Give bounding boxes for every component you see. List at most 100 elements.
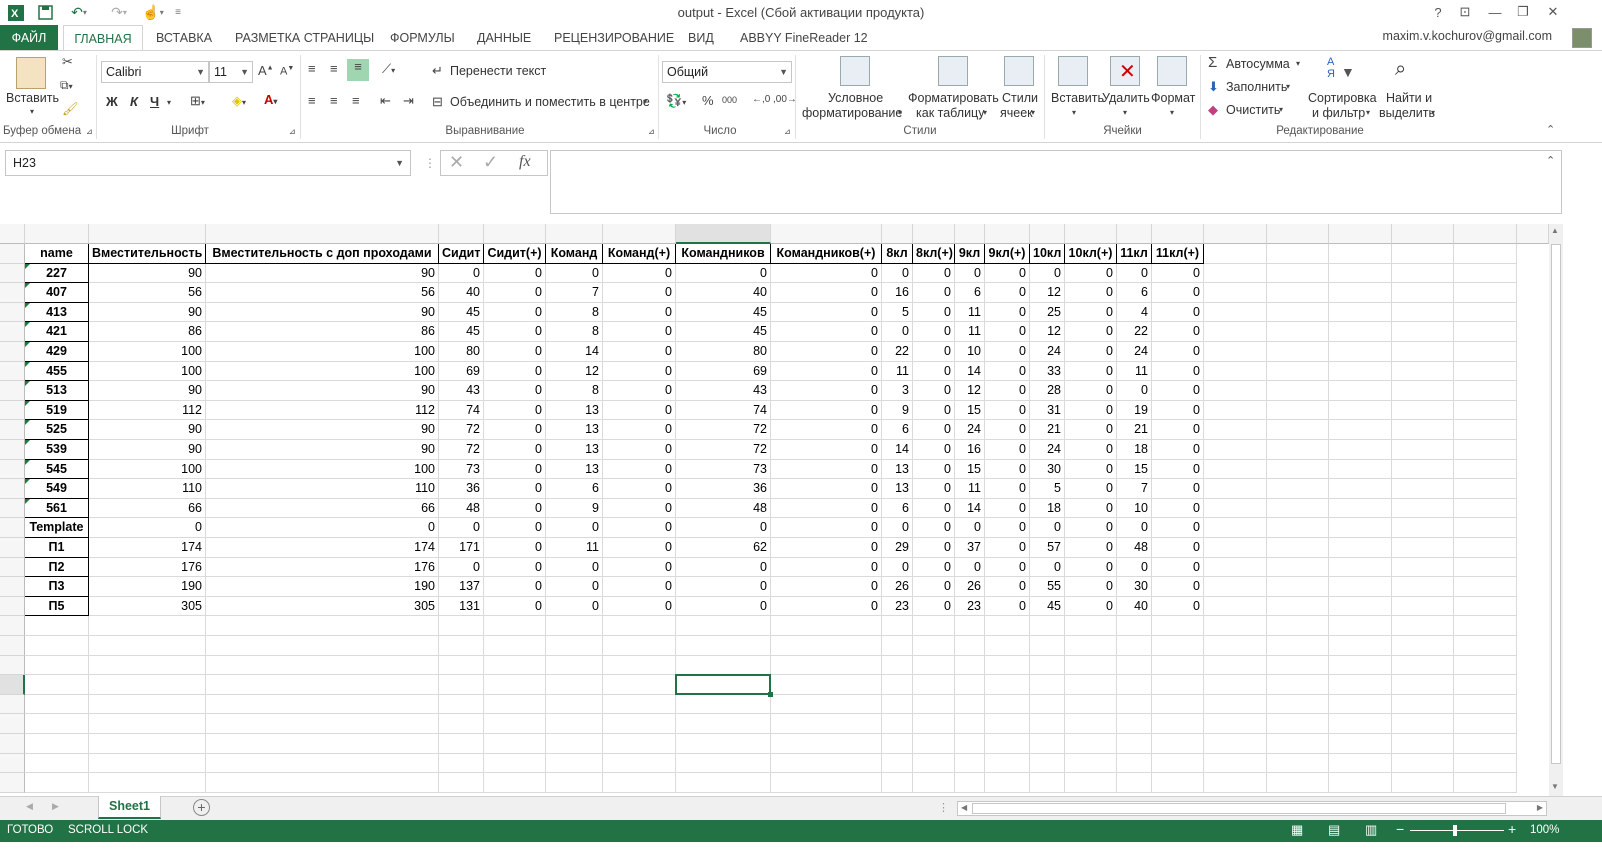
cell[interactable] xyxy=(25,753,89,774)
chevron-down-icon[interactable]: ▾ xyxy=(1366,108,1370,117)
font-size-combo[interactable]: 11 ▼ xyxy=(209,61,253,83)
cell[interactable] xyxy=(913,694,955,715)
cell[interactable]: 80 xyxy=(676,342,771,362)
cell[interactable]: 22 xyxy=(882,342,913,362)
row-header-22[interactable] xyxy=(0,655,25,676)
currency-icon[interactable]: 💱▾ xyxy=(666,93,686,109)
cell[interactable] xyxy=(1267,263,1329,284)
align-bottom-icon[interactable]: ≡ xyxy=(347,59,369,81)
cell[interactable]: 0 xyxy=(985,596,1030,617)
close-icon[interactable]: ✕ xyxy=(1540,2,1566,22)
align-center-icon[interactable]: ≡ xyxy=(330,93,338,108)
cell[interactable] xyxy=(1204,773,1267,793)
cell[interactable] xyxy=(1030,734,1065,754)
cell[interactable]: 0 xyxy=(913,361,955,382)
autosum-icon[interactable]: Σ xyxy=(1208,54,1217,71)
cell[interactable]: 62 xyxy=(676,538,771,558)
row-header-14[interactable] xyxy=(0,498,25,519)
cell[interactable]: 0 xyxy=(603,498,676,519)
cell[interactable] xyxy=(771,636,882,656)
cell[interactable]: 69 xyxy=(676,361,771,382)
cell[interactable]: 90 xyxy=(89,263,206,284)
next-sheet-icon[interactable]: ▶ xyxy=(52,801,59,812)
cell[interactable]: 5 xyxy=(1030,479,1065,499)
cell[interactable] xyxy=(1267,577,1329,597)
cell[interactable]: 0 xyxy=(913,596,955,617)
cell[interactable]: 0 xyxy=(439,557,484,578)
cell[interactable]: 0 xyxy=(913,479,955,499)
cell[interactable] xyxy=(1204,420,1267,440)
column-header-k[interactable] xyxy=(913,224,955,244)
cell[interactable]: 66 xyxy=(89,498,206,519)
cell[interactable]: 0 xyxy=(603,577,676,597)
cell[interactable]: 43 xyxy=(439,381,484,401)
cell[interactable] xyxy=(1454,734,1517,754)
cell[interactable] xyxy=(603,616,676,636)
header-cell[interactable]: 10кл xyxy=(1030,244,1065,264)
cell[interactable]: 14 xyxy=(882,440,913,460)
insert-cells-button[interactable]: Вставить xyxy=(1051,91,1104,105)
cell[interactable]: 0 xyxy=(913,263,955,284)
cell[interactable]: 0 xyxy=(1152,263,1204,284)
cell[interactable]: 72 xyxy=(676,440,771,460)
cell[interactable]: 0 xyxy=(985,498,1030,519)
header-cell[interactable]: Командников(+) xyxy=(771,244,882,264)
cell[interactable]: 0 xyxy=(603,440,676,460)
cell[interactable]: 0 xyxy=(913,342,955,362)
format-as-table-label-1[interactable]: Форматировать xyxy=(908,91,999,105)
align-top-icon[interactable]: ≡ xyxy=(308,61,316,76)
cell[interactable] xyxy=(1454,400,1517,421)
chevron-down-icon[interactable]: ▾ xyxy=(1170,108,1174,117)
cell[interactable] xyxy=(1329,694,1392,715)
cell[interactable]: 86 xyxy=(206,322,439,342)
cell[interactable]: 0 xyxy=(603,518,676,538)
cell[interactable]: 0 xyxy=(439,263,484,284)
cell[interactable]: 12 xyxy=(955,381,985,401)
cell[interactable]: 24 xyxy=(955,420,985,440)
zoom-out-icon[interactable]: − xyxy=(1396,821,1404,837)
cell[interactable] xyxy=(439,734,484,754)
cell[interactable]: 48 xyxy=(676,498,771,519)
increase-font-icon[interactable]: A▲ xyxy=(258,63,274,78)
cell[interactable] xyxy=(1392,577,1454,597)
cell[interactable] xyxy=(1329,538,1392,558)
cell[interactable]: 0 xyxy=(771,342,882,362)
cell[interactable]: 22 xyxy=(1117,322,1152,342)
header-cell[interactable]: 11кл(+) xyxy=(1152,244,1204,264)
merge-dropdown-icon[interactable]: ▾ xyxy=(643,97,647,106)
header-cell[interactable]: 10кл(+) xyxy=(1065,244,1117,264)
zoom-slider[interactable] xyxy=(1410,830,1504,831)
cell[interactable] xyxy=(1329,596,1392,617)
chevron-down-icon[interactable]: ▾ xyxy=(983,108,987,117)
cell[interactable] xyxy=(1392,420,1454,440)
cell[interactable] xyxy=(1454,675,1517,695)
cell[interactable] xyxy=(771,773,882,793)
name-cell[interactable]: 513 xyxy=(25,381,89,401)
sheet-tab-sheet1[interactable]: Sheet1 xyxy=(98,796,161,819)
fill-color-icon[interactable]: ◈▾ xyxy=(232,93,246,109)
cell[interactable]: 90 xyxy=(206,263,439,284)
cell[interactable] xyxy=(1329,283,1392,303)
cell[interactable]: 14 xyxy=(546,342,603,362)
cell[interactable]: 0 xyxy=(771,263,882,284)
cell[interactable] xyxy=(676,655,771,676)
thousands-icon[interactable]: 000 xyxy=(722,95,737,105)
cell[interactable] xyxy=(206,636,439,656)
cell[interactable]: 0 xyxy=(1065,440,1117,460)
cell[interactable] xyxy=(603,655,676,676)
minimize-icon[interactable]: — xyxy=(1482,2,1508,22)
cell[interactable] xyxy=(89,694,206,715)
cell[interactable]: 0 xyxy=(913,518,955,538)
cell[interactable] xyxy=(1392,479,1454,499)
cell[interactable]: 176 xyxy=(206,557,439,578)
cell[interactable] xyxy=(1392,538,1454,558)
cell[interactable] xyxy=(25,694,89,715)
cell[interactable]: 11 xyxy=(955,322,985,342)
cell[interactable] xyxy=(1454,342,1517,362)
cell[interactable]: 0 xyxy=(484,518,546,538)
cell[interactable]: 90 xyxy=(89,440,206,460)
cell[interactable] xyxy=(882,675,913,695)
cell[interactable] xyxy=(546,734,603,754)
cell[interactable]: 0 xyxy=(771,302,882,323)
cell[interactable] xyxy=(882,694,913,715)
